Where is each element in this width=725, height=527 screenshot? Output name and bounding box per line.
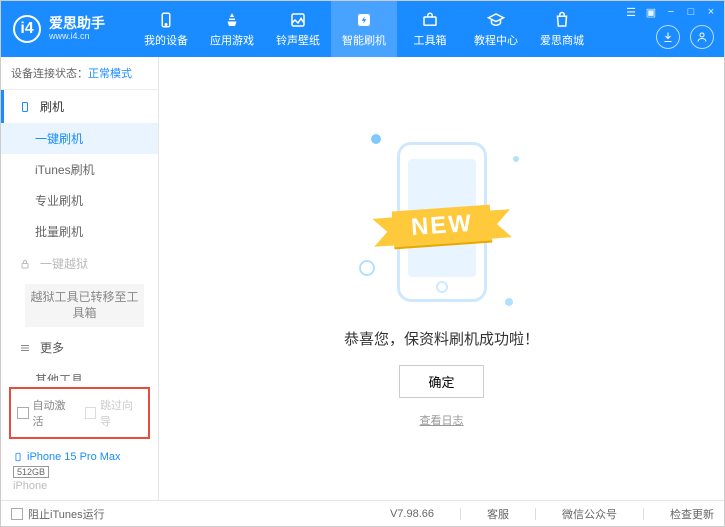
sidebar-item-batch[interactable]: 批量刷机 [1, 216, 158, 247]
checkbox-label: 自动激活 [33, 397, 75, 429]
nav-label: 智能刷机 [342, 32, 386, 48]
device-storage: 512GB [13, 466, 49, 478]
toolbox-icon [421, 11, 439, 29]
sidebar-group-flash[interactable]: 刷机 [1, 90, 158, 123]
checkbox-label: 阻止iTunes运行 [28, 506, 105, 522]
lock-icon [18, 257, 32, 271]
download-button[interactable] [656, 25, 680, 49]
nav-apps[interactable]: 应用游戏 [199, 1, 265, 57]
nav-ringtones[interactable]: 铃声壁纸 [265, 1, 331, 57]
group-label: 刷机 [40, 98, 64, 115]
top-nav: 我的设备 应用游戏 铃声壁纸 智能刷机 工具箱 教程中心 爱思商城 [133, 1, 595, 57]
nav-store[interactable]: 爱思商城 [529, 1, 595, 57]
view-log-link[interactable]: 查看日志 [420, 412, 464, 428]
app-url: www.i4.cn [49, 32, 105, 42]
maximize-button[interactable]: □ [684, 5, 698, 19]
device-name[interactable]: iPhone 15 Pro Max [13, 451, 146, 463]
checkbox-label: 跳过向导 [100, 397, 142, 429]
nav-toolbox[interactable]: 工具箱 [397, 1, 463, 57]
sidebar-item-itunes[interactable]: iTunes刷机 [1, 154, 158, 185]
nav-label: 应用游戏 [210, 32, 254, 48]
sidebar-item-jailbreak-moved: 越狱工具已转移至工具箱 [25, 284, 144, 327]
highlighted-options: 自动激活 跳过向导 [9, 387, 150, 439]
apps-icon [223, 11, 241, 29]
version-label: V7.98.66 [390, 508, 434, 520]
minimize-button[interactable]: − [664, 5, 678, 19]
sidebar-group-jailbreak: 一键越狱 [1, 247, 158, 280]
nav-label: 工具箱 [414, 32, 447, 48]
status-value: 正常模式 [88, 68, 132, 80]
success-message: 恭喜您，保资料刷机成功啦！ [344, 328, 539, 349]
group-label: 更多 [40, 339, 64, 356]
main-content: NEW 恭喜您，保资料刷机成功啦！ 确定 查看日志 [159, 57, 724, 500]
store-icon [553, 11, 571, 29]
phone-icon [18, 100, 32, 114]
checkbox-auto-activate[interactable]: 自动激活 [17, 397, 75, 429]
nav-my-device[interactable]: 我的设备 [133, 1, 199, 57]
nav-label: 铃声壁纸 [276, 32, 320, 48]
footer-link-update[interactable]: 检查更新 [670, 506, 714, 522]
logo-icon: i4 [13, 15, 41, 43]
sidebar: 设备连接状态：正常模式 刷机 一键刷机 iTunes刷机 专业刷机 批量刷机 一… [1, 57, 159, 500]
ok-button[interactable]: 确定 [399, 365, 483, 398]
new-ribbon: NEW [391, 204, 491, 247]
sidebar-group-more[interactable]: 更多 [1, 331, 158, 364]
footer-link-wechat[interactable]: 微信公众号 [562, 506, 617, 522]
checkbox-skip-setup: 跳过向导 [85, 397, 143, 429]
success-illustration: NEW [357, 130, 527, 310]
nav-label: 教程中心 [474, 32, 518, 48]
more-icon [18, 341, 32, 355]
logo: i4 爱思助手 www.i4.cn [13, 15, 133, 43]
settings-icon[interactable]: ☰ [624, 5, 638, 19]
group-label: 一键越狱 [40, 255, 88, 272]
skin-icon[interactable]: ▣ [644, 5, 658, 19]
title-bar: i4 爱思助手 www.i4.cn 我的设备 应用游戏 铃声壁纸 智能刷机 工具… [1, 1, 724, 57]
wallpaper-icon [289, 11, 307, 29]
flash-icon [355, 11, 373, 29]
sidebar-item-pro[interactable]: 专业刷机 [1, 185, 158, 216]
phone-icon [13, 451, 23, 463]
device-icon [157, 11, 175, 29]
device-info: iPhone 15 Pro Max 512GB iPhone [1, 445, 158, 500]
app-title: 爱思助手 [49, 16, 105, 31]
sidebar-item-oneclick[interactable]: 一键刷机 [1, 123, 158, 154]
user-button[interactable] [690, 25, 714, 49]
nav-label: 我的设备 [144, 32, 188, 48]
nav-label: 爱思商城 [540, 32, 584, 48]
nav-tutorials[interactable]: 教程中心 [463, 1, 529, 57]
block-itunes-checkbox[interactable]: 阻止iTunes运行 [11, 506, 105, 522]
status-bar-footer: 阻止iTunes运行 V7.98.66 客服 微信公众号 检查更新 [1, 500, 724, 526]
nav-flash[interactable]: 智能刷机 [331, 1, 397, 57]
tutorial-icon [487, 11, 505, 29]
close-button[interactable]: × [704, 5, 718, 19]
window-controls: ☰ ▣ − □ × [624, 5, 718, 19]
device-status: 设备连接状态：正常模式 [1, 57, 158, 90]
device-type: iPhone [13, 480, 146, 492]
footer-link-support[interactable]: 客服 [487, 506, 509, 522]
status-label: 设备连接状态： [11, 68, 88, 80]
sidebar-item-other-tools[interactable]: 其他工具 [1, 364, 158, 381]
